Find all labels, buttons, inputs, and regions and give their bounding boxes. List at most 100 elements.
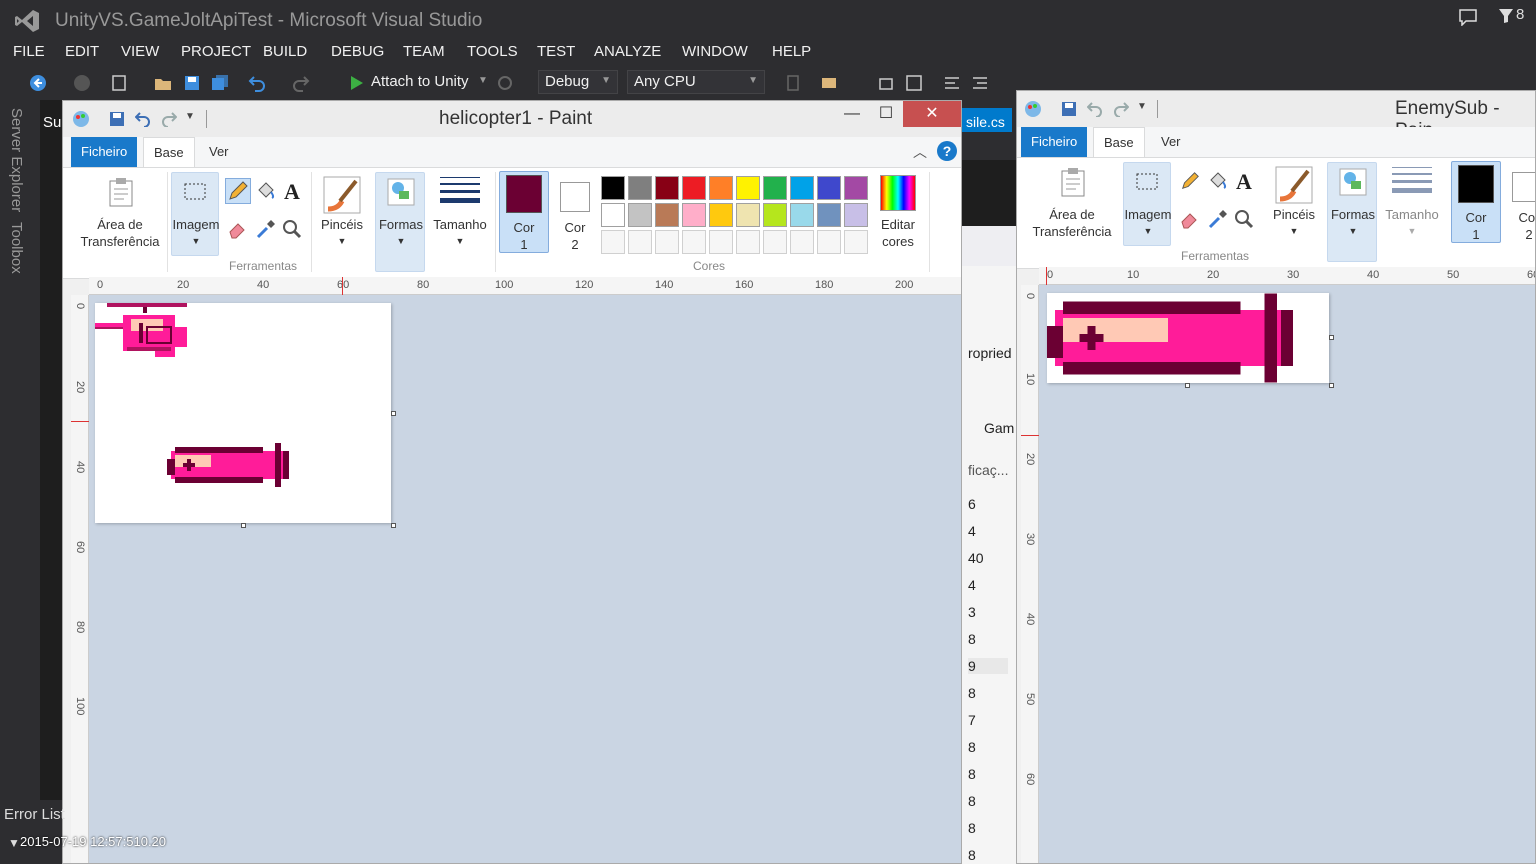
palette-swatch[interactable] [736,203,760,227]
customize-qat-chevron-icon[interactable]: ▼ [1137,101,1147,112]
shapes-button[interactable]: Formas ▼ [1327,162,1377,262]
tab-file[interactable]: Ficheiro [71,137,138,167]
menu-test[interactable]: TEST [537,43,575,60]
palette-swatch[interactable] [655,176,679,200]
tab-file[interactable]: Ficheiro [1021,127,1088,157]
color1-button[interactable]: Cor 1 [499,171,549,253]
resize-handle-bottom[interactable] [241,523,246,528]
menu-view[interactable]: VIEW [121,43,159,60]
menu-file[interactable]: FILE [13,43,45,60]
image-button[interactable]: Imagem ▼ [1123,162,1171,246]
menu-project[interactable]: PROJECT [181,43,251,60]
shapes-button[interactable]: Formas ▼ [375,172,425,272]
forward-icon[interactable] [73,74,91,92]
layout-icon[interactable] [905,74,923,92]
device-icon[interactable] [784,74,802,92]
clipboard-button[interactable]: Área de Transferência [73,172,165,256]
palette-swatch[interactable] [655,203,679,227]
filter-icon[interactable]: ▼ [8,836,20,850]
menu-edit[interactable]: EDIT [65,43,99,60]
save-icon[interactable] [1061,101,1077,117]
custom-color-slot[interactable] [655,230,679,254]
palette-swatch[interactable] [844,203,868,227]
color2-button[interactable]: Cor 2 [1505,161,1535,243]
palette-swatch[interactable] [763,203,787,227]
vs-document-tab[interactable]: Su [43,114,61,131]
platform-dropdown[interactable]: Any CPU ▼ [627,70,765,94]
size-button[interactable]: Tamanho ▼ [1379,162,1443,246]
eraser-icon[interactable] [1179,208,1201,230]
text-tool-icon[interactable]: A [281,180,303,202]
tab-home[interactable]: Base [143,137,195,167]
custom-color-slot[interactable] [709,230,733,254]
custom-color-slot[interactable] [763,230,787,254]
palette-swatch[interactable] [601,176,625,200]
custom-color-slot[interactable] [628,230,652,254]
comment-icon[interactable] [943,74,961,92]
redo-icon[interactable] [161,111,177,127]
magnifier-icon[interactable] [281,218,303,240]
palette-swatch[interactable] [709,176,733,200]
save-icon[interactable] [109,111,125,127]
menu-help[interactable]: HELP [772,43,811,60]
palette-swatch[interactable] [790,176,814,200]
menu-debug[interactable]: DEBUG [331,43,384,60]
config-dropdown[interactable]: Debug ▼ [538,70,618,94]
menu-team[interactable]: TEAM [403,43,445,60]
palette-swatch[interactable] [601,203,625,227]
feedback-icon[interactable] [1458,8,1478,26]
drawing-canvas[interactable] [1047,293,1329,383]
menu-window[interactable]: WINDOW [682,43,748,60]
server-explorer-tab[interactable]: Server Explorer [8,108,25,212]
menu-analyze[interactable]: ANALYZE [594,43,661,60]
help-icon[interactable]: ? [937,141,957,161]
customize-qat-chevron-icon[interactable]: ▼ [185,111,195,122]
attach-dropdown-chevron-icon[interactable]: ▼ [478,75,488,86]
color1-button[interactable]: Cor 1 [1451,161,1501,243]
palette-swatch[interactable] [817,176,841,200]
palette-swatch[interactable] [790,203,814,227]
color2-button[interactable]: Cor 2 [551,171,597,253]
back-icon[interactable] [29,74,47,92]
magnifier-icon[interactable] [1233,208,1255,230]
uncomment-icon[interactable] [971,74,989,92]
resize-handle-corner[interactable] [391,523,396,528]
fill-bucket-icon[interactable] [255,180,277,202]
collapse-ribbon-icon[interactable]: ︿ [913,142,927,162]
custom-color-slot[interactable] [601,230,625,254]
find-icon[interactable] [820,74,838,92]
palette-swatch[interactable] [628,203,652,227]
eraser-icon[interactable] [227,218,249,240]
brushes-button[interactable]: Pincéis ▼ [1267,162,1319,246]
redo-icon[interactable] [1113,101,1129,117]
open-file-icon[interactable] [154,74,172,92]
error-list-tab[interactable]: Error List [4,806,65,823]
toolbox-tab[interactable]: Toolbox [8,222,25,274]
custom-color-slot[interactable] [817,230,841,254]
size-button[interactable]: Tamanho ▼ [427,172,491,256]
menu-tools[interactable]: TOOLS [467,43,518,60]
save-icon[interactable] [183,74,201,92]
text-tool-icon[interactable]: A [1233,170,1255,192]
image-button[interactable]: Imagem ▼ [171,172,219,256]
edit-colors-button[interactable]: Editar cores [871,172,923,256]
drawing-canvas[interactable] [95,303,391,523]
resize-handle-right[interactable] [1329,335,1334,340]
tab-view[interactable]: Ver [199,137,239,167]
pencil-icon[interactable] [1179,170,1201,192]
palette-swatch[interactable] [709,203,733,227]
color-picker-icon[interactable] [1207,208,1229,230]
save-all-icon[interactable] [211,74,229,92]
brushes-button[interactable]: Pincéis ▼ [315,172,367,256]
custom-color-slot[interactable] [844,230,868,254]
pencil-tool[interactable] [225,178,251,204]
undo-icon[interactable] [248,74,266,92]
tree-item[interactable]: Gam [984,420,1014,436]
clipboard-button[interactable]: Área de Transferência [1025,162,1117,246]
color-picker-icon[interactable] [255,218,277,240]
close-icon[interactable]: ✕ [903,101,961,127]
refresh-icon[interactable] [496,74,514,92]
new-project-icon[interactable] [110,74,128,92]
menu-build[interactable]: BUILD [263,43,307,60]
tab-view[interactable]: Ver [1151,127,1191,157]
